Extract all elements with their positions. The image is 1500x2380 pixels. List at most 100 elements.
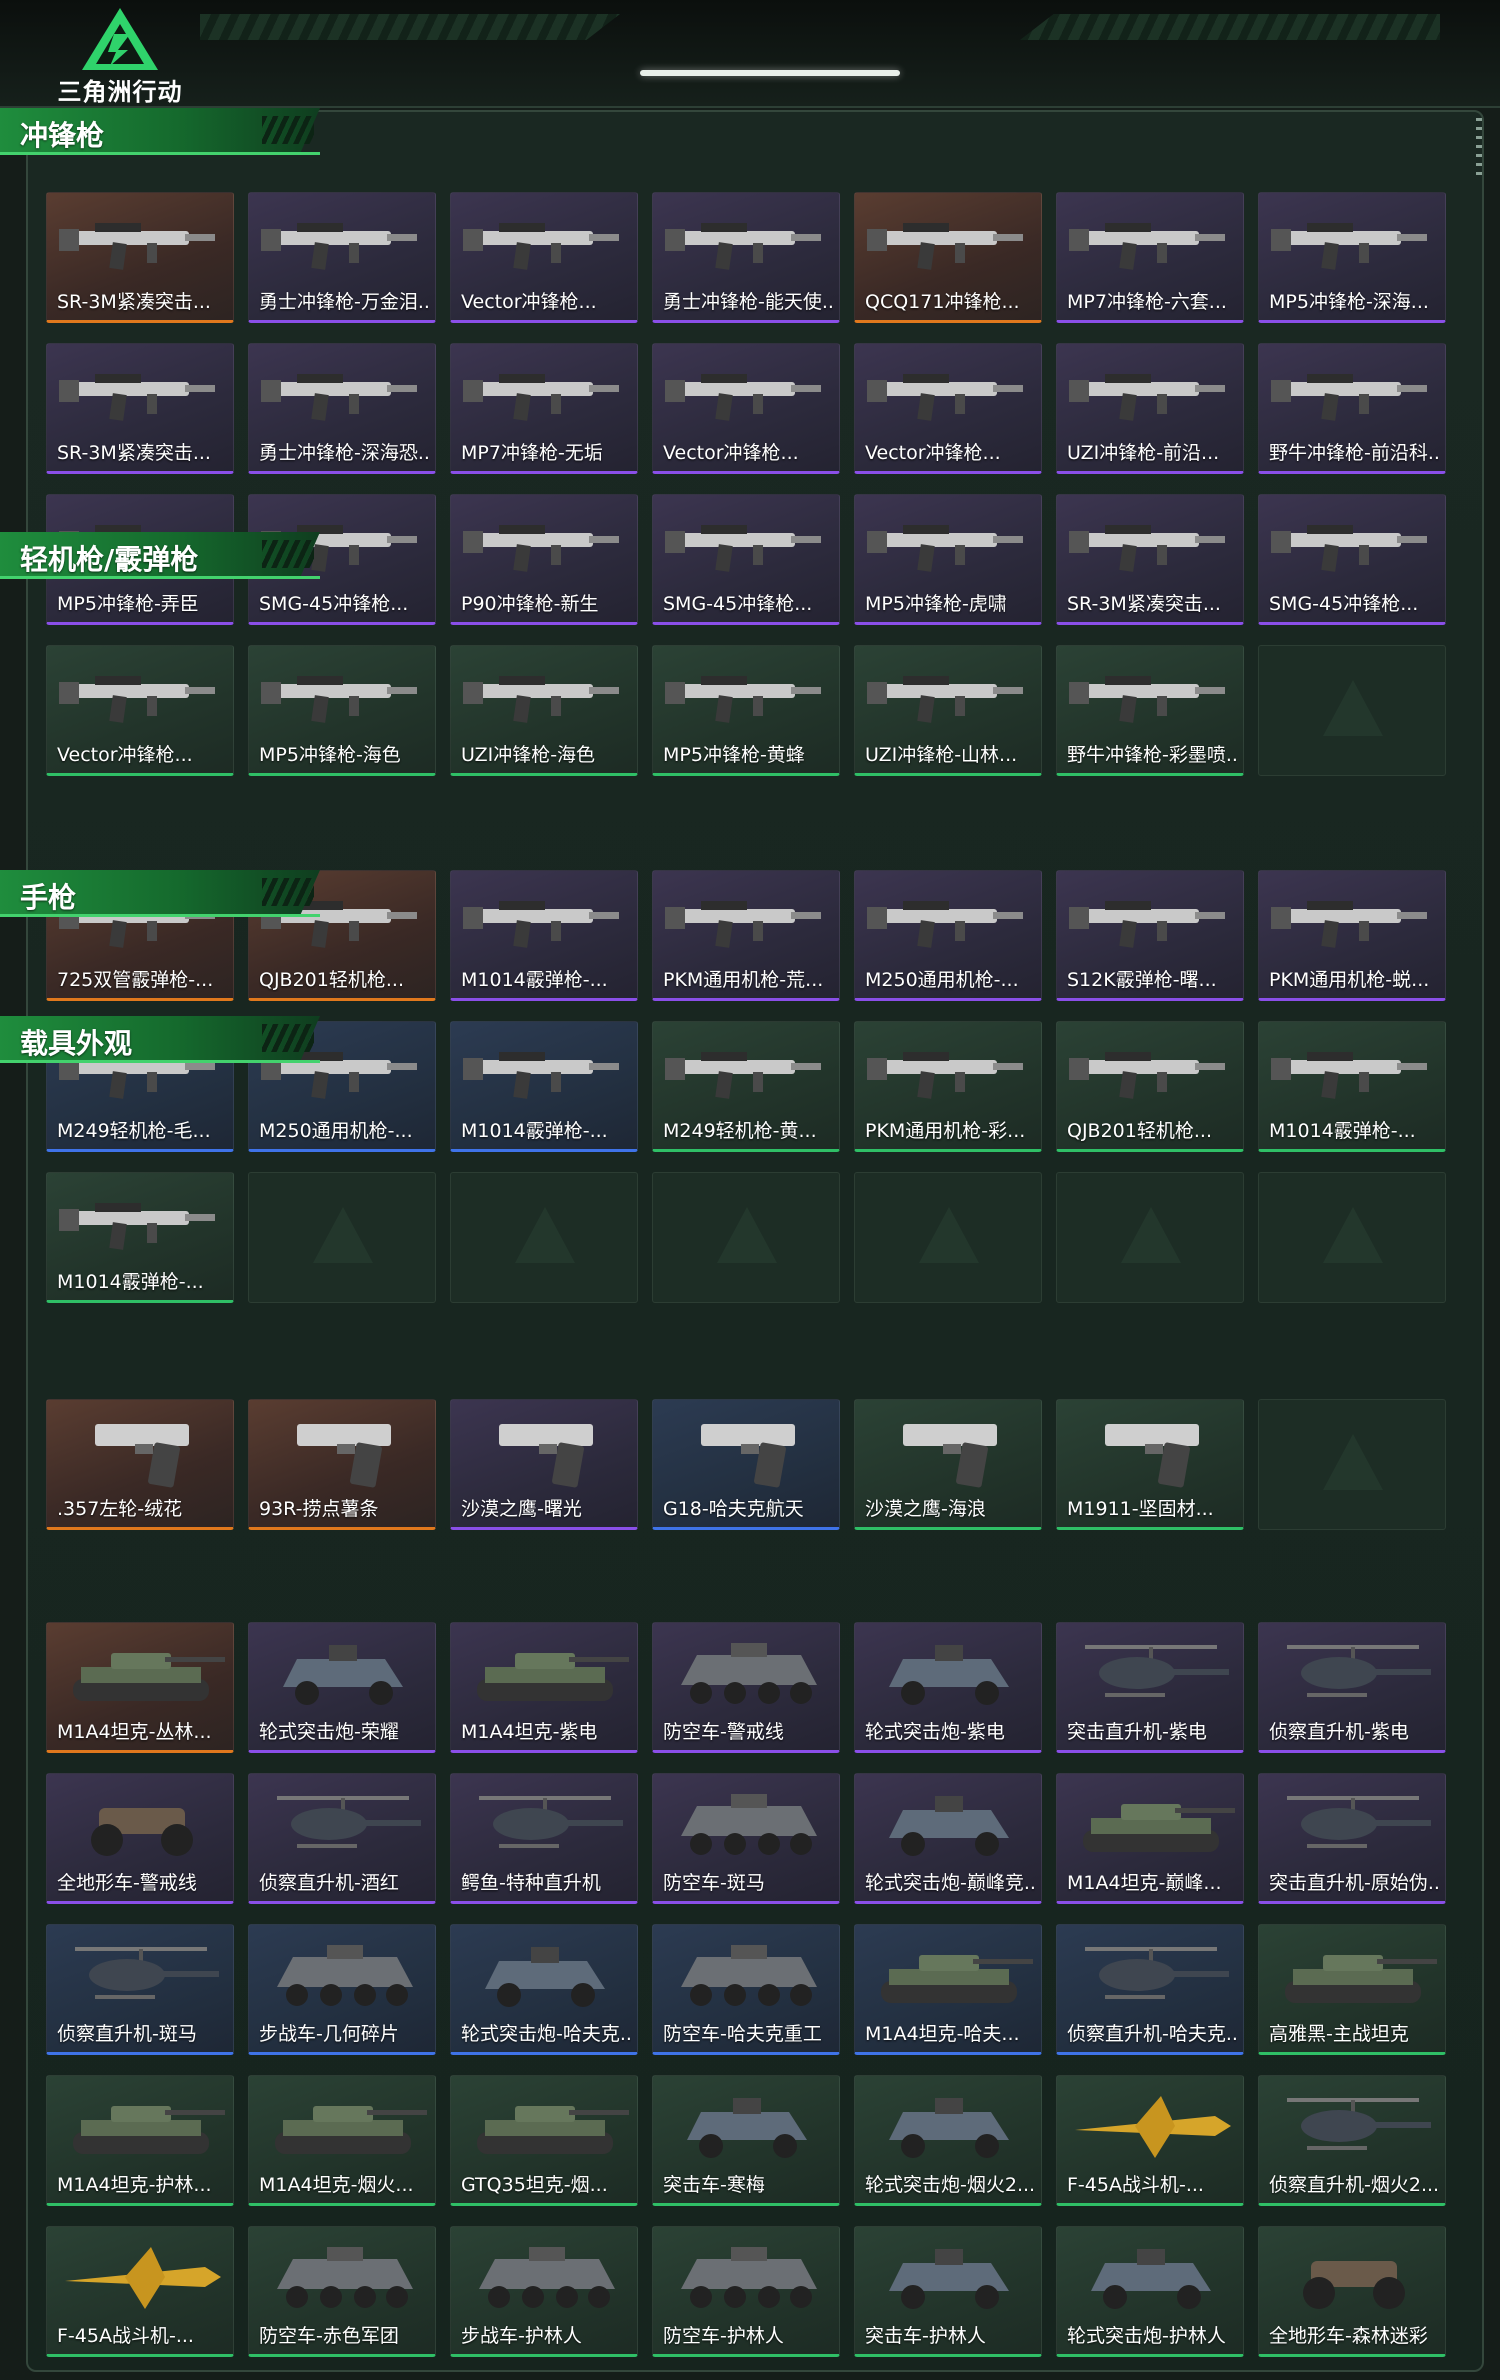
skin-card[interactable]: GTQ35坦克-烟... — [450, 2075, 638, 2206]
skin-card[interactable]: M1A4坦克-哈夫... — [854, 1924, 1042, 2055]
skin-card[interactable]: 轮式突击炮-哈夫克... — [450, 1924, 638, 2055]
skin-card[interactable]: SR-3M紧凑突击... — [46, 192, 234, 323]
skin-card[interactable]: M1A4坦克-巅峰... — [1056, 1773, 1244, 1904]
rifle-icon — [863, 354, 1035, 434]
skin-card[interactable]: 防空车-警戒线 — [652, 1622, 840, 1753]
skin-card[interactable]: Vector冲锋枪... — [450, 192, 638, 323]
skin-card[interactable]: MP7冲锋枪-六套... — [1056, 192, 1244, 323]
skin-card[interactable]: M1A4坦克-丛林... — [46, 1622, 234, 1753]
skin-card[interactable]: MP5冲锋枪-海色 — [248, 645, 436, 776]
skin-card[interactable]: 全地形车-森林迷彩 — [1258, 2226, 1446, 2357]
skin-card[interactable]: 侦察直升机-烟火2... — [1258, 2075, 1446, 2206]
tank-icon — [1267, 1935, 1439, 2015]
skin-card[interactable]: UZI冲锋枪-海色 — [450, 645, 638, 776]
skin-card[interactable]: 轮式突击炮-烟火2... — [854, 2075, 1042, 2206]
skin-card[interactable]: 防空车-斑马 — [652, 1773, 840, 1904]
skin-card[interactable]: M1014霰弹枪-... — [46, 1172, 234, 1303]
skin-card[interactable]: M1A4坦克-烟火... — [248, 2075, 436, 2206]
skin-card[interactable]: PKM通用机枪-彩... — [854, 1021, 1042, 1152]
skin-card[interactable]: 轮式突击炮-荣耀 — [248, 1622, 436, 1753]
rifle-icon — [459, 881, 631, 961]
skin-card[interactable]: MP7冲锋枪-无垢 — [450, 343, 638, 474]
skin-card[interactable]: 轮式突击炮-紫电 — [854, 1622, 1042, 1753]
skin-card[interactable]: 勇士冲锋枪-能天使... — [652, 192, 840, 323]
skin-card[interactable]: M1014霰弹枪-... — [450, 870, 638, 1001]
section-title: 手枪 — [20, 881, 77, 914]
skin-card[interactable]: MP5冲锋枪-虎啸 — [854, 494, 1042, 625]
skin-card[interactable]: M1014霰弹枪-... — [450, 1021, 638, 1152]
apc-icon — [257, 1935, 429, 2015]
skin-card[interactable]: 侦察直升机-酒红 — [248, 1773, 436, 1904]
skin-card[interactable]: 93R-捞点薯条 — [248, 1399, 436, 1530]
skin-card[interactable]: Vector冲锋枪... — [854, 343, 1042, 474]
skin-card[interactable]: P90冲锋枪-新生 — [450, 494, 638, 625]
skin-card[interactable]: SR-3M紧凑突击... — [1056, 494, 1244, 625]
skin-card[interactable]: 沙漠之鹰-曙光 — [450, 1399, 638, 1530]
skin-card[interactable]: M1A4坦克-紫电 — [450, 1622, 638, 1753]
skin-card[interactable]: 突击车-寒梅 — [652, 2075, 840, 2206]
skin-card[interactable]: 野牛冲锋枪-彩墨喷... — [1056, 645, 1244, 776]
section-header: 载具外观 — [0, 1016, 330, 1064]
rifle-icon — [1065, 656, 1237, 736]
skin-card[interactable]: S12K霰弹枪-曙... — [1056, 870, 1244, 1001]
skin-card[interactable]: 鳄鱼-特种直升机 — [450, 1773, 638, 1904]
skin-name: 全地形车-警戒线 — [57, 1872, 197, 1894]
skin-card[interactable]: Vector冲锋枪... — [652, 343, 840, 474]
skin-card[interactable]: 侦察直升机-斑马 — [46, 1924, 234, 2055]
armored-car-icon — [257, 1633, 429, 1713]
skin-card[interactable]: 勇士冲锋枪-万金泪... — [248, 192, 436, 323]
skin-card[interactable]: 突击直升机-原始伪... — [1258, 1773, 1446, 1904]
skin-card[interactable]: SMG-45冲锋枪... — [652, 494, 840, 625]
skin-card[interactable]: MP5冲锋枪-黄蜂 — [652, 645, 840, 776]
skin-card[interactable]: 轮式突击炮-巅峰竞... — [854, 1773, 1042, 1904]
skin-name: M249轻机枪-黄... — [663, 1120, 817, 1142]
skin-card[interactable]: QCQ171冲锋枪... — [854, 192, 1042, 323]
skin-card[interactable]: 沙漠之鹰-海浪 — [854, 1399, 1042, 1530]
scrollbar-indicator[interactable] — [1476, 118, 1482, 178]
skin-card[interactable]: G18-哈夫克航天 — [652, 1399, 840, 1530]
skin-card[interactable]: UZI冲锋枪-前沿... — [1056, 343, 1244, 474]
skin-card[interactable]: PKM通用机枪-蜕... — [1258, 870, 1446, 1001]
skin-card[interactable]: F-45A战斗机-... — [1056, 2075, 1244, 2206]
skin-card[interactable]: M1911-坚固材... — [1056, 1399, 1244, 1530]
placeholder-logo-icon — [515, 1207, 575, 1263]
skin-card[interactable]: F-45A战斗机-... — [46, 2226, 234, 2357]
skin-card[interactable]: SR-3M紧凑突击... — [46, 343, 234, 474]
skin-card[interactable]: Vector冲锋枪... — [46, 645, 234, 776]
skin-card[interactable]: 野牛冲锋枪-前沿科... — [1258, 343, 1446, 474]
rifle-icon — [459, 354, 631, 434]
skin-card[interactable]: QJB201轻机枪... — [1056, 1021, 1244, 1152]
skin-card[interactable]: .357左轮-绒花 — [46, 1399, 234, 1530]
skin-name: 轮式突击炮-紫电 — [865, 1721, 1005, 1743]
skin-card[interactable]: M250通用机枪-... — [854, 870, 1042, 1001]
skin-card[interactable]: 防空车-哈夫克重工 — [652, 1924, 840, 2055]
skin-card[interactable]: SMG-45冲锋枪... — [1258, 494, 1446, 625]
empty-slot — [854, 1172, 1042, 1303]
skin-card[interactable]: 侦察直升机-哈夫克... — [1056, 1924, 1244, 2055]
placeholder-logo-icon — [313, 1207, 373, 1263]
rifle-icon — [863, 1032, 1035, 1112]
skin-card[interactable]: 勇士冲锋枪-深海恐... — [248, 343, 436, 474]
skin-name: 侦察直升机-紫电 — [1269, 1721, 1409, 1743]
skin-card[interactable]: M1A4坦克-护林... — [46, 2075, 234, 2206]
skin-card[interactable]: 步战车-几何碎片 — [248, 1924, 436, 2055]
skin-card[interactable]: 轮式突击炮-护林人 — [1056, 2226, 1244, 2357]
skin-card[interactable]: 突击车-护林人 — [854, 2226, 1042, 2357]
skin-card[interactable]: M249轻机枪-黄... — [652, 1021, 840, 1152]
skin-name: 全地形车-森林迷彩 — [1269, 2325, 1428, 2347]
skin-card[interactable]: 全地形车-警戒线 — [46, 1773, 234, 1904]
skin-card[interactable]: M1014霰弹枪-... — [1258, 1021, 1446, 1152]
tank-icon — [863, 1935, 1035, 2015]
skin-card[interactable]: UZI冲锋枪-山林... — [854, 645, 1042, 776]
skin-card[interactable]: 防空车-赤色军团 — [248, 2226, 436, 2357]
skin-card[interactable]: 步战车-护林人 — [450, 2226, 638, 2357]
skin-card[interactable]: MP5冲锋枪-深海... — [1258, 192, 1446, 323]
skin-card[interactable]: 侦察直升机-紫电 — [1258, 1622, 1446, 1753]
skin-card[interactable]: 突击直升机-紫电 — [1056, 1622, 1244, 1753]
skin-card[interactable]: 高雅黑-主战坦克 — [1258, 1924, 1446, 2055]
skin-name: 轮式突击炮-巅峰竞... — [865, 1872, 1035, 1894]
skin-card[interactable]: PKM通用机枪-荒... — [652, 870, 840, 1001]
skin-card[interactable]: 防空车-护林人 — [652, 2226, 840, 2357]
section-header: 冲锋枪 — [0, 108, 330, 156]
section-title: 载具外观 — [20, 1027, 133, 1060]
